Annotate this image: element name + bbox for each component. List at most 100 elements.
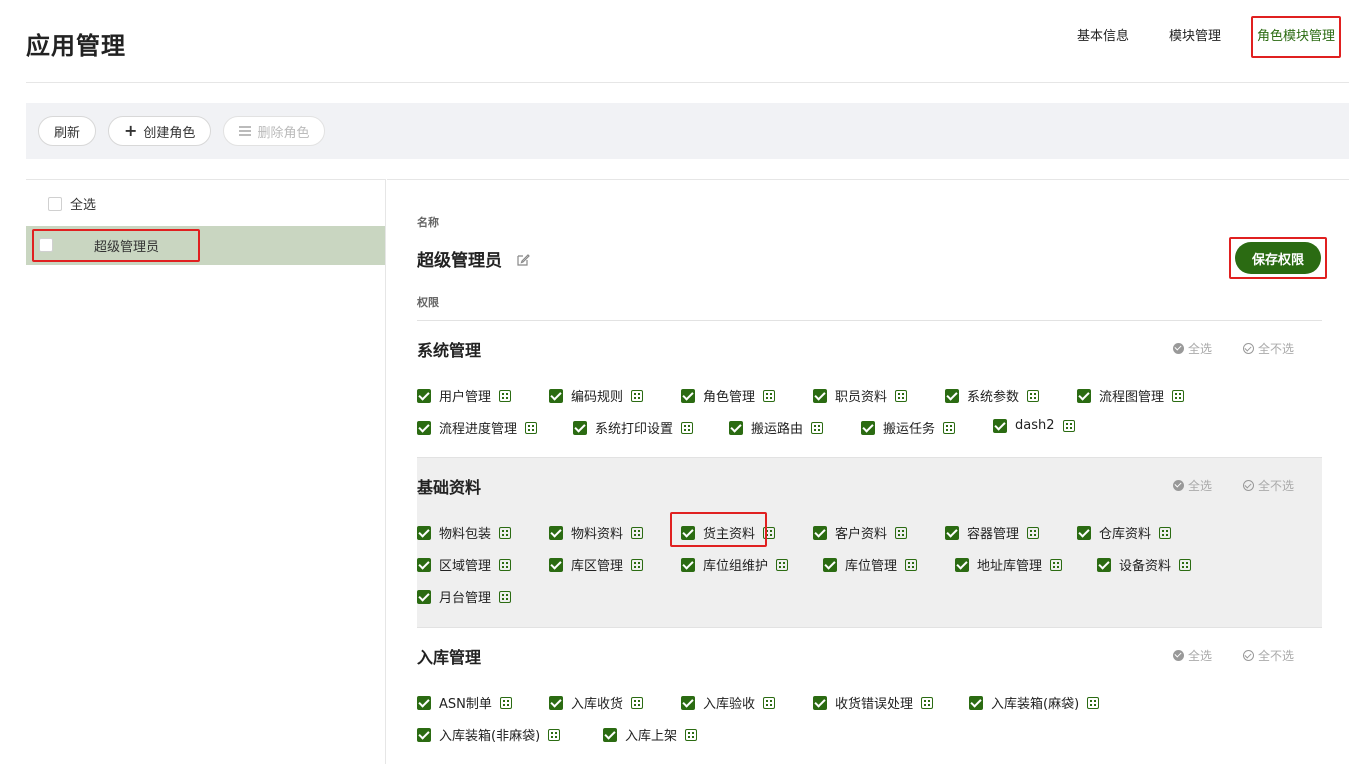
checkbox-checked[interactable] xyxy=(993,418,1007,433)
permission-item[interactable]: ASN制单 xyxy=(417,693,512,712)
permission-detail-icon[interactable] xyxy=(681,421,694,434)
edit-icon[interactable] xyxy=(516,252,530,266)
permission-item[interactable]: 用户管理 xyxy=(417,386,512,405)
permission-item[interactable]: 角色管理 xyxy=(681,386,776,405)
permission-detail-icon[interactable] xyxy=(631,526,644,539)
role-row-super-admin[interactable]: 超级管理员 xyxy=(26,226,385,265)
permission-detail-icon[interactable] xyxy=(499,526,512,539)
checkbox-checked[interactable] xyxy=(573,420,587,435)
permission-detail-icon[interactable] xyxy=(631,389,644,402)
permission-item[interactable]: 职员资料 xyxy=(813,386,908,405)
checkbox-checked[interactable] xyxy=(945,525,959,540)
checkbox-checked[interactable] xyxy=(417,727,431,742)
permission-item[interactable]: 容器管理 xyxy=(945,523,1040,542)
checkbox-checked[interactable] xyxy=(417,557,431,572)
permission-item[interactable]: 物料资料 xyxy=(549,523,644,542)
permission-detail-icon[interactable] xyxy=(685,728,698,741)
delete-role-button[interactable]: 删除角色 xyxy=(223,116,326,146)
permission-item[interactable]: dash2 xyxy=(993,418,1075,433)
permission-detail-icon[interactable] xyxy=(1087,696,1100,709)
permission-item[interactable]: 物料包装 xyxy=(417,523,512,542)
permission-detail-icon[interactable] xyxy=(631,696,644,709)
permission-detail-icon[interactable] xyxy=(1159,526,1172,539)
save-permissions-button[interactable]: 保存权限 xyxy=(1235,242,1321,274)
checkbox-checked[interactable] xyxy=(1097,557,1111,572)
checkbox-checked[interactable] xyxy=(1077,388,1091,403)
checkbox-checked[interactable] xyxy=(549,695,563,710)
permission-item[interactable]: 系统打印设置 xyxy=(573,418,694,437)
checkbox-checked[interactable] xyxy=(549,525,563,540)
permission-item[interactable]: 设备资料 xyxy=(1097,555,1192,574)
permission-item[interactable]: 流程进度管理 xyxy=(417,418,538,437)
permission-detail-icon[interactable] xyxy=(499,389,512,402)
permission-detail-icon[interactable] xyxy=(499,696,512,709)
permission-detail-icon[interactable] xyxy=(525,421,538,434)
permission-item[interactable]: 入库验收 xyxy=(681,693,776,712)
permission-detail-icon[interactable] xyxy=(499,590,512,603)
permission-detail-icon[interactable] xyxy=(1050,558,1063,571)
section-select-none[interactable]: 全不选 xyxy=(1242,340,1294,357)
checkbox-checked[interactable] xyxy=(417,420,431,435)
section-select-all[interactable]: 全选 xyxy=(1172,477,1212,494)
checkbox-checked[interactable] xyxy=(681,388,695,403)
checkbox-checked[interactable] xyxy=(955,557,969,572)
permission-item[interactable]: 库位管理 xyxy=(823,555,918,574)
checkbox-checked[interactable] xyxy=(681,557,695,572)
permission-detail-icon[interactable] xyxy=(895,389,908,402)
checkbox-checked[interactable] xyxy=(417,388,431,403)
permission-item[interactable]: 客户资料 xyxy=(813,523,908,542)
permission-item[interactable]: 入库装箱(非麻袋) xyxy=(417,725,561,744)
permission-item[interactable]: 搬运路由 xyxy=(729,418,824,437)
permission-detail-icon[interactable] xyxy=(1062,419,1075,432)
checkbox-checked[interactable] xyxy=(823,557,837,572)
permission-detail-icon[interactable] xyxy=(548,728,561,741)
permission-detail-icon[interactable] xyxy=(763,389,776,402)
checkbox-checked[interactable] xyxy=(603,727,617,742)
checkbox-checked[interactable] xyxy=(417,525,431,540)
permission-item[interactable]: 编码规则 xyxy=(549,386,644,405)
checkbox-checked[interactable] xyxy=(1077,525,1091,540)
permission-item[interactable]: 地址库管理 xyxy=(955,555,1063,574)
checkbox-checked[interactable] xyxy=(969,695,983,710)
checkbox-checked[interactable] xyxy=(417,695,431,710)
role-select-all[interactable]: 全选 xyxy=(48,194,96,213)
permission-detail-icon[interactable] xyxy=(1179,558,1192,571)
permission-detail-icon[interactable] xyxy=(811,421,824,434)
checkbox-checked[interactable] xyxy=(417,589,431,604)
permission-item[interactable]: 入库上架 xyxy=(603,725,698,744)
permission-item[interactable]: 库位组维护 xyxy=(681,555,789,574)
permission-item[interactable]: 系统参数 xyxy=(945,386,1040,405)
checkbox-checked[interactable] xyxy=(861,420,875,435)
permission-item[interactable]: 仓库资料 xyxy=(1077,523,1172,542)
section-select-all[interactable]: 全选 xyxy=(1172,340,1212,357)
create-role-button[interactable]: + 创建角色 xyxy=(108,116,212,146)
section-select-all[interactable]: 全选 xyxy=(1172,647,1212,664)
permission-detail-icon[interactable] xyxy=(943,421,956,434)
nav-module-management[interactable]: 模块管理 xyxy=(1169,16,1221,58)
checkbox-checked[interactable] xyxy=(549,557,563,572)
checkbox-checked[interactable] xyxy=(813,695,827,710)
nav-role-module-management[interactable]: 角色模块管理 xyxy=(1250,16,1341,58)
permission-item[interactable]: 入库装箱(麻袋) xyxy=(969,693,1100,712)
permission-detail-icon[interactable] xyxy=(905,558,918,571)
permission-detail-icon[interactable] xyxy=(921,696,934,709)
permission-item[interactable]: 库区管理 xyxy=(549,555,644,574)
permission-item[interactable]: 收货错误处理 xyxy=(813,693,934,712)
checkbox-checked[interactable] xyxy=(945,388,959,403)
checkbox-checked[interactable] xyxy=(813,525,827,540)
permission-detail-icon[interactable] xyxy=(895,526,908,539)
permission-detail-icon[interactable] xyxy=(1027,389,1040,402)
checkbox-checked[interactable] xyxy=(813,388,827,403)
permission-detail-icon[interactable] xyxy=(631,558,644,571)
permission-item[interactable]: 搬运任务 xyxy=(861,418,956,437)
permission-detail-icon[interactable] xyxy=(763,696,776,709)
permission-detail-icon[interactable] xyxy=(1027,526,1040,539)
permission-detail-icon[interactable] xyxy=(1172,389,1185,402)
permission-detail-icon[interactable] xyxy=(499,558,512,571)
section-select-none[interactable]: 全不选 xyxy=(1242,477,1294,494)
checkbox-checked[interactable] xyxy=(681,695,695,710)
checkbox-checked[interactable] xyxy=(729,420,743,435)
permission-detail-icon[interactable] xyxy=(776,558,789,571)
permission-item[interactable]: 月台管理 xyxy=(417,587,512,606)
section-select-none[interactable]: 全不选 xyxy=(1242,647,1294,664)
